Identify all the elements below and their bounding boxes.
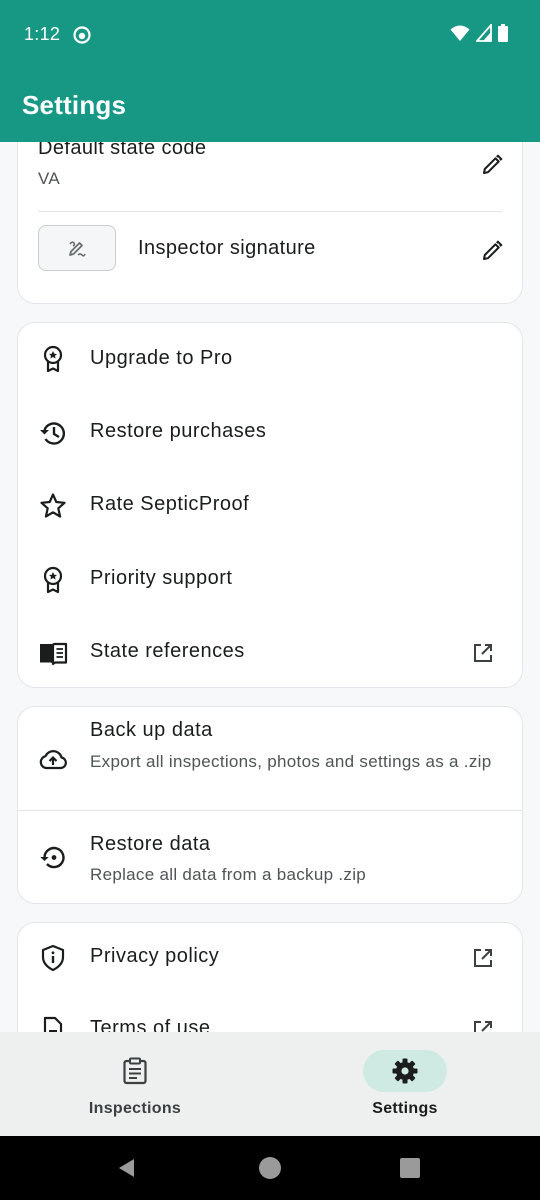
- award-icon: [43, 345, 63, 373]
- default-state-code-label: Default state code: [38, 142, 207, 159]
- nav-pill: [93, 1050, 177, 1092]
- gear-icon: [392, 1058, 418, 1084]
- menu-item-label: Restore purchases: [90, 420, 267, 442]
- terms-of-use-label: Terms of use: [90, 1017, 211, 1032]
- settings-content[interactable]: Default state code VA Inspector signatur…: [0, 142, 540, 1032]
- open-in-new-icon: [474, 644, 492, 662]
- home-nav-icon[interactable]: [258, 1156, 282, 1180]
- menu-item-restore-purchases[interactable]: Restore purchases: [18, 395, 522, 469]
- restore-data-subtitle: Replace all data from a backup .zip: [90, 865, 367, 884]
- divider: [38, 211, 502, 212]
- history-icon: [40, 422, 66, 445]
- backup-data-title: Back up data: [90, 719, 213, 741]
- menu-item-priority-support[interactable]: Priority support: [18, 543, 522, 615]
- status-bar: 1:12: [0, 0, 540, 70]
- default-state-code-value: VA: [38, 169, 61, 188]
- menu-card: Upgrade to Pro Restore purchases Rate Se…: [17, 322, 523, 688]
- signature-preview-button[interactable]: [38, 225, 116, 271]
- nav-label: Inspections: [88, 1100, 182, 1117]
- restore-icon: [40, 846, 65, 869]
- privacy-policy-label: Privacy policy: [90, 945, 220, 967]
- privacy-policy-row[interactable]: Privacy policy: [18, 923, 522, 995]
- cloud-upload-icon: [39, 750, 67, 770]
- back-nav-icon[interactable]: [116, 1157, 138, 1179]
- backup-data-subtitle: Export all inspections, photos and setti…: [90, 752, 492, 771]
- menu-item-upgrade-to-pro[interactable]: Upgrade to Pro: [18, 323, 522, 395]
- page-title: Settings: [22, 90, 127, 120]
- inspector-card: Default state code VA Inspector signatur…: [17, 142, 523, 304]
- bottom-nav: Inspections Settings: [0, 1032, 540, 1136]
- status-time: 1:12: [24, 24, 61, 44]
- open-in-new-icon: [474, 1021, 492, 1032]
- nav-item-inspections[interactable]: Inspections: [0, 1032, 270, 1136]
- app-bar: Settings: [0, 70, 540, 142]
- data-card: Back up data Export all inspections, pho…: [17, 706, 523, 904]
- inspector-signature-row[interactable]: Inspector signature: [18, 213, 522, 303]
- clipboard-icon: [123, 1057, 147, 1085]
- nav-pill-active: [363, 1050, 447, 1092]
- edit-icon[interactable]: [480, 239, 504, 263]
- award-icon: [43, 566, 63, 594]
- legal-card: Privacy policy Terms of use: [17, 922, 523, 1032]
- inspector-signature-label: Inspector signature: [138, 237, 316, 259]
- restore-data-title: Restore data: [90, 833, 211, 855]
- nav-label: Settings: [372, 1100, 438, 1117]
- menu-item-label: Priority support: [90, 567, 233, 589]
- app-notification-icon: [73, 26, 91, 44]
- default-state-code-row[interactable]: Default state code VA: [18, 142, 522, 191]
- menu-item-label: Rate SepticProof: [90, 493, 250, 515]
- book-icon: [40, 642, 68, 666]
- nav-item-settings[interactable]: Settings: [270, 1032, 540, 1136]
- open-in-new-icon: [474, 949, 492, 967]
- battery-icon: [498, 24, 508, 42]
- menu-item-rate-septicproof[interactable]: Rate SepticProof: [18, 469, 522, 543]
- shield-info-icon: [41, 944, 65, 972]
- restore-data-row[interactable]: Restore data Replace all data from a bac…: [18, 811, 522, 903]
- cell-signal-icon: [476, 24, 492, 42]
- star-icon: [40, 493, 66, 518]
- wifi-icon: [450, 25, 470, 41]
- recents-nav-icon[interactable]: [400, 1158, 420, 1178]
- signature-icon: [69, 241, 86, 257]
- menu-item-label: State references: [90, 640, 245, 662]
- menu-item-label: Upgrade to Pro: [90, 347, 233, 369]
- document-icon: [43, 1016, 63, 1032]
- system-nav-bar: [0, 1136, 540, 1200]
- backup-data-row[interactable]: Back up data Export all inspections, pho…: [18, 707, 522, 811]
- terms-of-use-row[interactable]: Terms of use: [18, 995, 522, 1032]
- edit-icon[interactable]: [480, 153, 504, 177]
- menu-item-state-references[interactable]: State references: [18, 615, 522, 687]
